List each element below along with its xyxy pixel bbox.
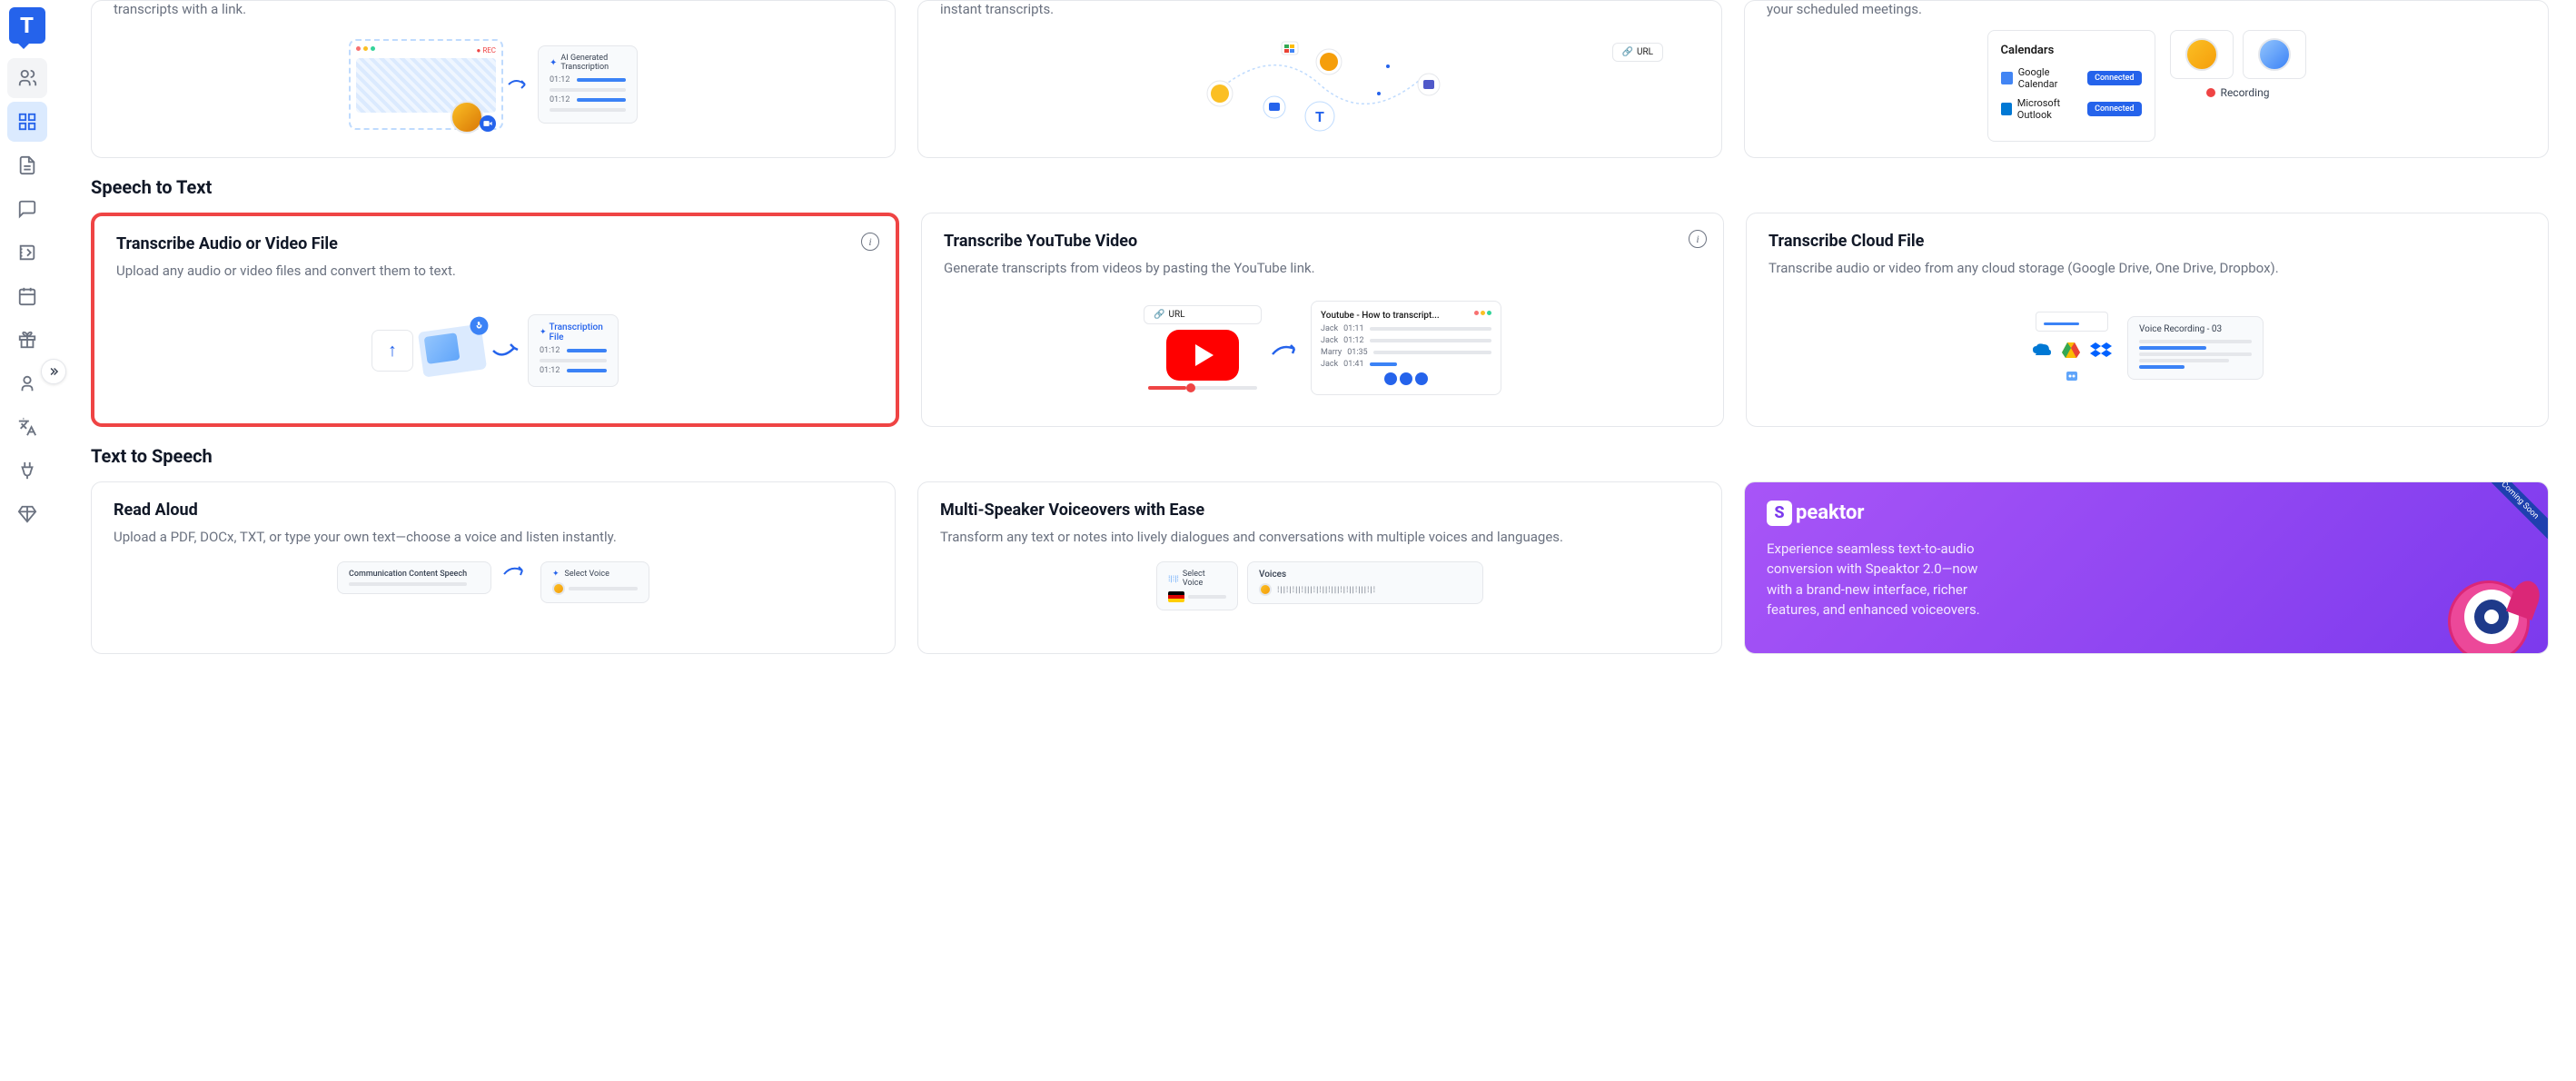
upload-icon: ↑ <box>372 330 413 372</box>
illustration: Communication Content Speech ✦Select Voi… <box>114 561 873 603</box>
user-icon <box>17 373 37 393</box>
nav-people[interactable] <box>7 58 47 98</box>
card-speaktor[interactable]: Coming Soon Speaktor Experience seamless… <box>1744 481 2549 654</box>
illustration: T 🔗URL <box>940 30 1699 139</box>
card-share-transcripts[interactable]: transcripts with a link. ● REC ✦AI Gener… <box>91 0 896 158</box>
card-desc: Transform any text or notes into lively … <box>940 527 1699 548</box>
card-multi-speaker[interactable]: Multi-Speaker Voiceovers with Ease Trans… <box>917 481 1722 654</box>
card-transcribe-cloud[interactable]: Transcribe Cloud File Transcribe audio o… <box>1746 213 2549 427</box>
info-icon[interactable]: i <box>861 233 879 251</box>
calendar-icon <box>17 286 37 306</box>
nav-chat[interactable] <box>7 189 47 229</box>
illustration: Voice Recording - 03 <box>1769 293 2526 402</box>
expand-sidebar-button[interactable] <box>41 359 66 384</box>
onedrive-icon <box>2031 342 2053 357</box>
card-title: Multi-Speaker Voiceovers with Ease <box>940 501 1699 520</box>
card-desc: transcripts with a link. <box>114 1 873 17</box>
card-desc: instant transcripts. <box>940 1 1699 17</box>
nav-documents[interactable] <box>7 145 47 185</box>
card-title: Transcribe YouTube Video <box>944 232 1701 251</box>
youtube-play-icon <box>1166 330 1239 381</box>
nav-premium[interactable] <box>7 494 47 534</box>
nav-rewards[interactable] <box>7 320 47 360</box>
section-text-to-speech: Text to Speech <box>91 445 2549 467</box>
gift-icon <box>17 330 37 350</box>
calendars-title: Calendars <box>2001 44 2142 57</box>
calendars-panel: Calendars Google CalendarConnected Micro… <box>1987 30 2155 142</box>
dropbox-icon <box>2089 341 2113 359</box>
mascot-icon <box>2421 553 2539 653</box>
recording-indicator: Recording <box>2206 86 2270 99</box>
chevron-right-double-icon <box>47 365 60 378</box>
card-desc: your scheduled meetings. <box>1767 1 2526 17</box>
nav-translate[interactable] <box>7 407 47 447</box>
illustration: Calendars Google CalendarConnected Micro… <box>1767 30 2526 139</box>
speaktor-logo: Speaktor <box>1767 501 2526 526</box>
diamond-icon <box>17 504 37 524</box>
main-content: transcripts with a link. ● REC ✦AI Gener… <box>54 0 2576 1081</box>
chat-icon <box>17 199 37 219</box>
illustration: ↑ ✦Transcription File 01:12 01:12 <box>116 296 874 405</box>
card-title: Transcribe Audio or Video File <box>116 234 874 253</box>
illustration: 🔗URL Youtube - How to transcript... Jack… <box>944 293 1701 402</box>
card-desc: Transcribe audio or video from any cloud… <box>1769 258 2526 279</box>
card-desc: Generate transcripts from videos by past… <box>944 258 1701 279</box>
card-calendar-meetings[interactable]: your scheduled meetings. Calendars Googl… <box>1744 0 2549 158</box>
gdrive-icon <box>2060 341 2082 359</box>
translate-icon <box>17 417 37 437</box>
flag-de-icon <box>1168 591 1184 602</box>
card-transcribe-youtube[interactable]: i Transcribe YouTube Video Generate tran… <box>921 213 1724 427</box>
notebook-icon <box>17 243 37 263</box>
grid-icon <box>17 112 37 132</box>
bot-icon <box>2063 368 2081 384</box>
document-icon <box>17 155 37 175</box>
nav-dashboard[interactable] <box>7 102 47 142</box>
card-read-aloud[interactable]: Read Aloud Upload a PDF, DOCx, TXT, or t… <box>91 481 896 654</box>
sidebar: T <box>0 0 54 1081</box>
app-logo[interactable]: T <box>9 7 45 44</box>
illustration: ● REC ✦AI Generated Transcription 01:12 … <box>114 30 873 139</box>
card-desc: Upload a PDF, DOCx, TXT, or type your ow… <box>114 527 873 548</box>
plug-icon <box>17 461 37 481</box>
card-desc: Upload any audio or video files and conv… <box>116 261 874 282</box>
illustration: ⁞|⁞|⁞Select Voice Voices ⁞||⁞|⁞||⁞|||⁞|⁞… <box>940 561 1699 603</box>
card-instant-transcripts[interactable]: instant transcripts. T <box>917 0 1722 158</box>
nav-integrations[interactable] <box>7 451 47 491</box>
nav-notes[interactable] <box>7 233 47 273</box>
card-title: Transcribe Cloud File <box>1769 232 2526 251</box>
logo-letter: T <box>20 13 34 38</box>
nav-calendar[interactable] <box>7 276 47 316</box>
card-transcribe-file[interactable]: i Transcribe Audio or Video File Upload … <box>91 213 899 427</box>
section-speech-to-text: Speech to Text <box>91 176 2549 198</box>
youtube-transcript: Youtube - How to transcript... Jack01:11… <box>1311 301 1501 395</box>
info-icon[interactable]: i <box>1689 230 1707 248</box>
svg-text:T: T <box>1315 108 1324 125</box>
card-title: Read Aloud <box>114 501 873 520</box>
people-icon <box>17 68 37 88</box>
card-desc: Experience seamless text-to-audio conver… <box>1767 539 2003 620</box>
